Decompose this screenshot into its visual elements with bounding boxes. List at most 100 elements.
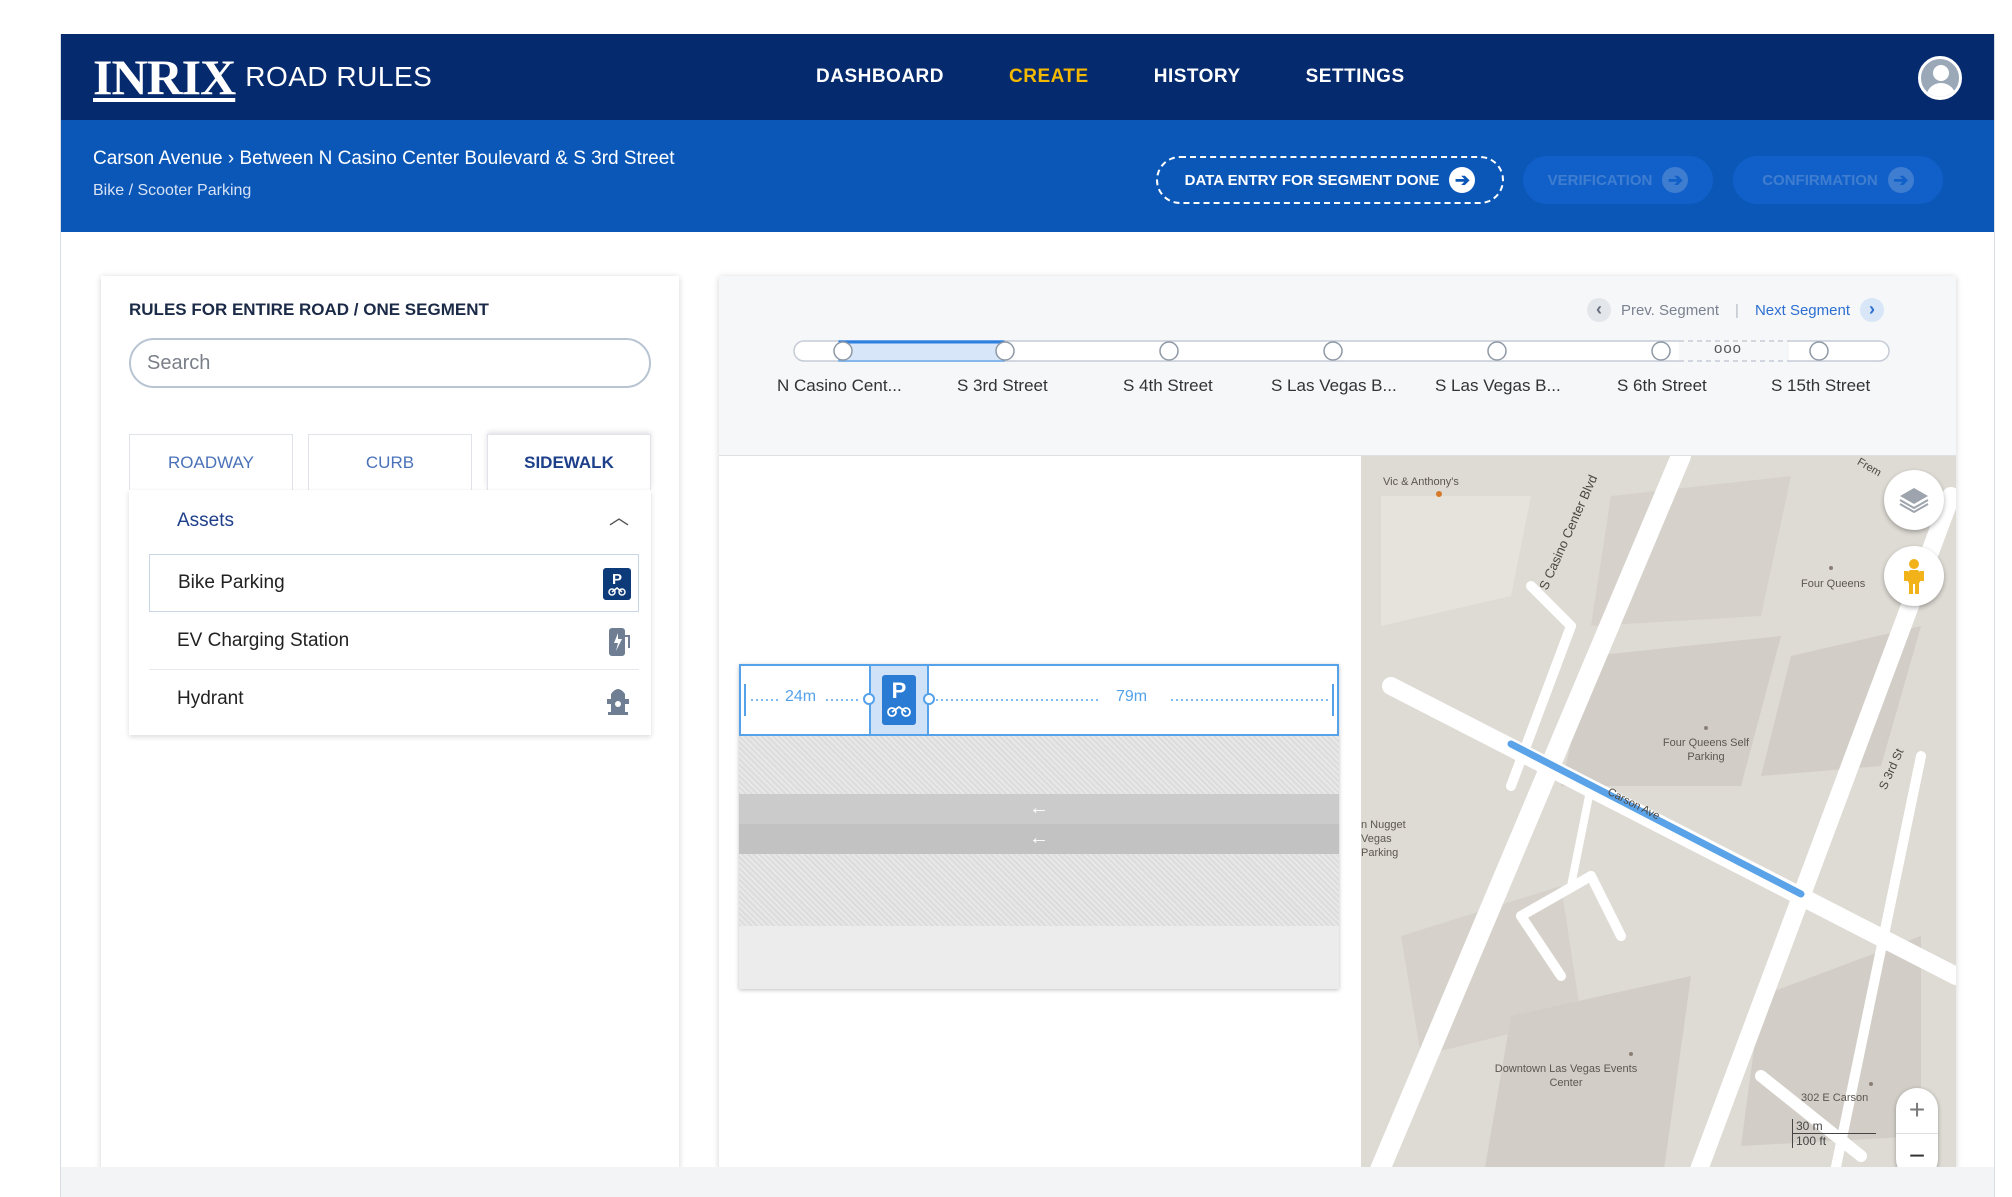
sidewalk-lane[interactable]: 24m 79m P <box>739 664 1339 736</box>
segment-label[interactable]: S 3rd Street <box>957 376 1048 396</box>
rules-panel: RULES FOR ENTIRE ROAD / ONE SEGMENT ROAD… <box>101 276 679 1191</box>
data-entry-done-button[interactable]: DATA ENTRY FOR SEGMENT DONE ➔ <box>1156 156 1504 204</box>
search-input[interactable] <box>129 338 651 388</box>
lane-direction-arrow-icon: ← <box>1029 827 1049 849</box>
map-canvas <box>1361 456 1956 1191</box>
arrow-right-icon: ➔ <box>1449 167 1476 193</box>
segment-pager: ‹ Prev. Segment | Next Segment › <box>1586 298 1884 322</box>
segment-timeline-header: ‹ Prev. Segment | Next Segment › ooo N C… <box>719 276 1956 456</box>
bike-parking-icon: P <box>882 675 916 725</box>
rule-type-subtitle: Bike / Scooter Parking <box>93 182 252 199</box>
chevron-up-icon[interactable]: ︿ <box>605 504 633 532</box>
svg-text:P: P <box>612 571 622 588</box>
asset-item-label: Hydrant <box>177 688 244 709</box>
segment-label[interactable]: S 4th Street <box>1123 376 1213 396</box>
segment-node <box>1487 341 1507 361</box>
segment-node <box>1159 341 1179 361</box>
hydrant-icon <box>607 689 629 715</box>
scale-meters: 30 m <box>1792 1119 1876 1134</box>
segment-node <box>1809 341 1829 361</box>
logo-mark: INRIX <box>93 49 236 105</box>
road-cross-section: 24m 79m P ← ← <box>739 664 1339 989</box>
more-segments-indicator[interactable]: ooo <box>1714 340 1742 357</box>
asset-item-label: EV Charging Station <box>177 629 350 651</box>
asset-item-ev-charging[interactable]: EV Charging Station <box>149 612 639 670</box>
user-avatar[interactable] <box>1918 56 1962 100</box>
page-footer-shade <box>61 1167 1994 1197</box>
pager-separator: | <box>1735 301 1739 319</box>
tab-sidewalk[interactable]: SIDEWALK <box>487 434 651 490</box>
arrow-right-icon: ➔ <box>1662 167 1689 193</box>
zoom-in-button[interactable]: + <box>1896 1088 1938 1134</box>
far-sidewalk[interactable] <box>739 926 1339 989</box>
sidewalk-measure-lines <box>744 684 1334 716</box>
nav-settings[interactable]: SETTINGS <box>1306 66 1405 88</box>
bike-parking-icon: P <box>603 568 631 600</box>
segment-label[interactable]: S 6th Street <box>1617 376 1707 396</box>
verification-button[interactable]: VERIFICATION ➔ <box>1523 156 1713 204</box>
lane-direction-arrow-icon: ← <box>1029 797 1049 819</box>
drag-handle-left[interactable] <box>863 693 875 705</box>
nav-dashboard[interactable]: DASHBOARD <box>816 66 944 88</box>
curb-area-far[interactable] <box>739 854 1339 926</box>
verification-label: VERIFICATION <box>1547 171 1653 189</box>
next-segment-link[interactable]: Next Segment <box>1755 302 1850 319</box>
segment-label[interactable]: N Casino Cent... <box>777 376 902 396</box>
assets-accordion: Assets ︿ Bike Parking P EV Charging Stat… <box>129 490 651 735</box>
svg-text:P: P <box>892 678 907 703</box>
street-view-button[interactable] <box>1884 546 1944 606</box>
confirmation-button[interactable]: CONFIRMATION ➔ <box>1733 156 1943 204</box>
logo-product-name: ROAD RULES <box>245 61 433 92</box>
segment-header: Carson Avenue › Between N Casino Center … <box>61 120 1994 232</box>
travel-lane[interactable]: ← <box>739 824 1339 854</box>
asset-item-hydrant[interactable]: Hydrant <box>149 670 639 728</box>
nav-history[interactable]: HISTORY <box>1154 66 1241 88</box>
segment-node <box>833 341 853 361</box>
segment-label[interactable]: S Las Vegas B... <box>1435 376 1561 396</box>
category-tabs: ROADWAY CURB SIDEWALK <box>129 434 651 490</box>
map-label: n Nugget Vegas Parking <box>1361 819 1406 859</box>
tab-roadway[interactable]: ROADWAY <box>129 434 293 490</box>
segment-node <box>1651 341 1671 361</box>
curb-area[interactable] <box>739 736 1339 794</box>
inrix-logo[interactable]: INRIX ROAD RULES <box>93 52 432 102</box>
map-label: Four Queens Self Parking <box>1662 737 1750 763</box>
map-layers-button[interactable] <box>1884 470 1944 530</box>
app-window: INRIX ROAD RULES DASHBOARD CREATE HISTOR… <box>60 34 1995 1197</box>
asset-item-label: Bike Parking <box>178 572 285 593</box>
chevron-right-icon[interactable]: › <box>1860 298 1884 322</box>
drag-handle-right[interactable] <box>923 693 935 705</box>
tab-curb[interactable]: CURB <box>308 434 472 490</box>
map-label: 302 E Carson <box>1801 1092 1869 1104</box>
data-entry-done-label: DATA ENTRY FOR SEGMENT DONE <box>1184 171 1440 189</box>
breadcrumb: Carson Avenue › Between N Casino Center … <box>93 148 675 169</box>
segment-label[interactable]: S 15th Street <box>1771 376 1870 396</box>
layers-icon <box>1899 488 1929 514</box>
distance-right-label: 79m <box>1116 688 1148 705</box>
map-label: Vic & Anthony's <box>1383 476 1459 488</box>
main-nav: DASHBOARD CREATE HISTORY SETTINGS <box>816 34 1470 120</box>
arrow-right-icon: ➔ <box>1887 167 1914 193</box>
bike-parking-asset-block[interactable]: P <box>863 666 935 734</box>
confirmation-label: CONFIRMATION <box>1762 171 1878 189</box>
top-navigation-bar: INRIX ROAD RULES DASHBOARD CREATE HISTOR… <box>61 34 1994 120</box>
scale-feet: 100 ft <box>1792 1134 1876 1148</box>
asset-item-bike-parking[interactable]: Bike Parking P <box>149 554 639 612</box>
rules-panel-title: RULES FOR ENTIRE ROAD / ONE SEGMENT <box>129 300 489 319</box>
segment-node <box>995 341 1015 361</box>
segment-node <box>1323 341 1343 361</box>
map-view[interactable]: Vic & Anthony's Four Queens Four Queens … <box>1361 456 1956 1191</box>
avatar-head-shape <box>1933 65 1949 81</box>
travel-lane[interactable]: ← <box>739 794 1339 824</box>
pegman-icon <box>1904 559 1924 594</box>
nav-create[interactable]: CREATE <box>1009 66 1089 88</box>
assets-heading[interactable]: Assets <box>177 510 234 532</box>
ev-charging-icon <box>609 628 630 656</box>
distance-left-label: 24m <box>785 688 817 705</box>
segment-label[interactable]: S Las Vegas B... <box>1271 376 1397 396</box>
prev-segment-link[interactable]: Prev. Segment <box>1621 302 1719 319</box>
map-scale: 30 m 100 ft <box>1792 1119 1876 1148</box>
chevron-left-icon[interactable]: ‹ <box>1586 298 1611 322</box>
map-label: Downtown Las Vegas Events Center <box>1494 1063 1638 1089</box>
avatar-body-shape <box>1926 83 1956 97</box>
